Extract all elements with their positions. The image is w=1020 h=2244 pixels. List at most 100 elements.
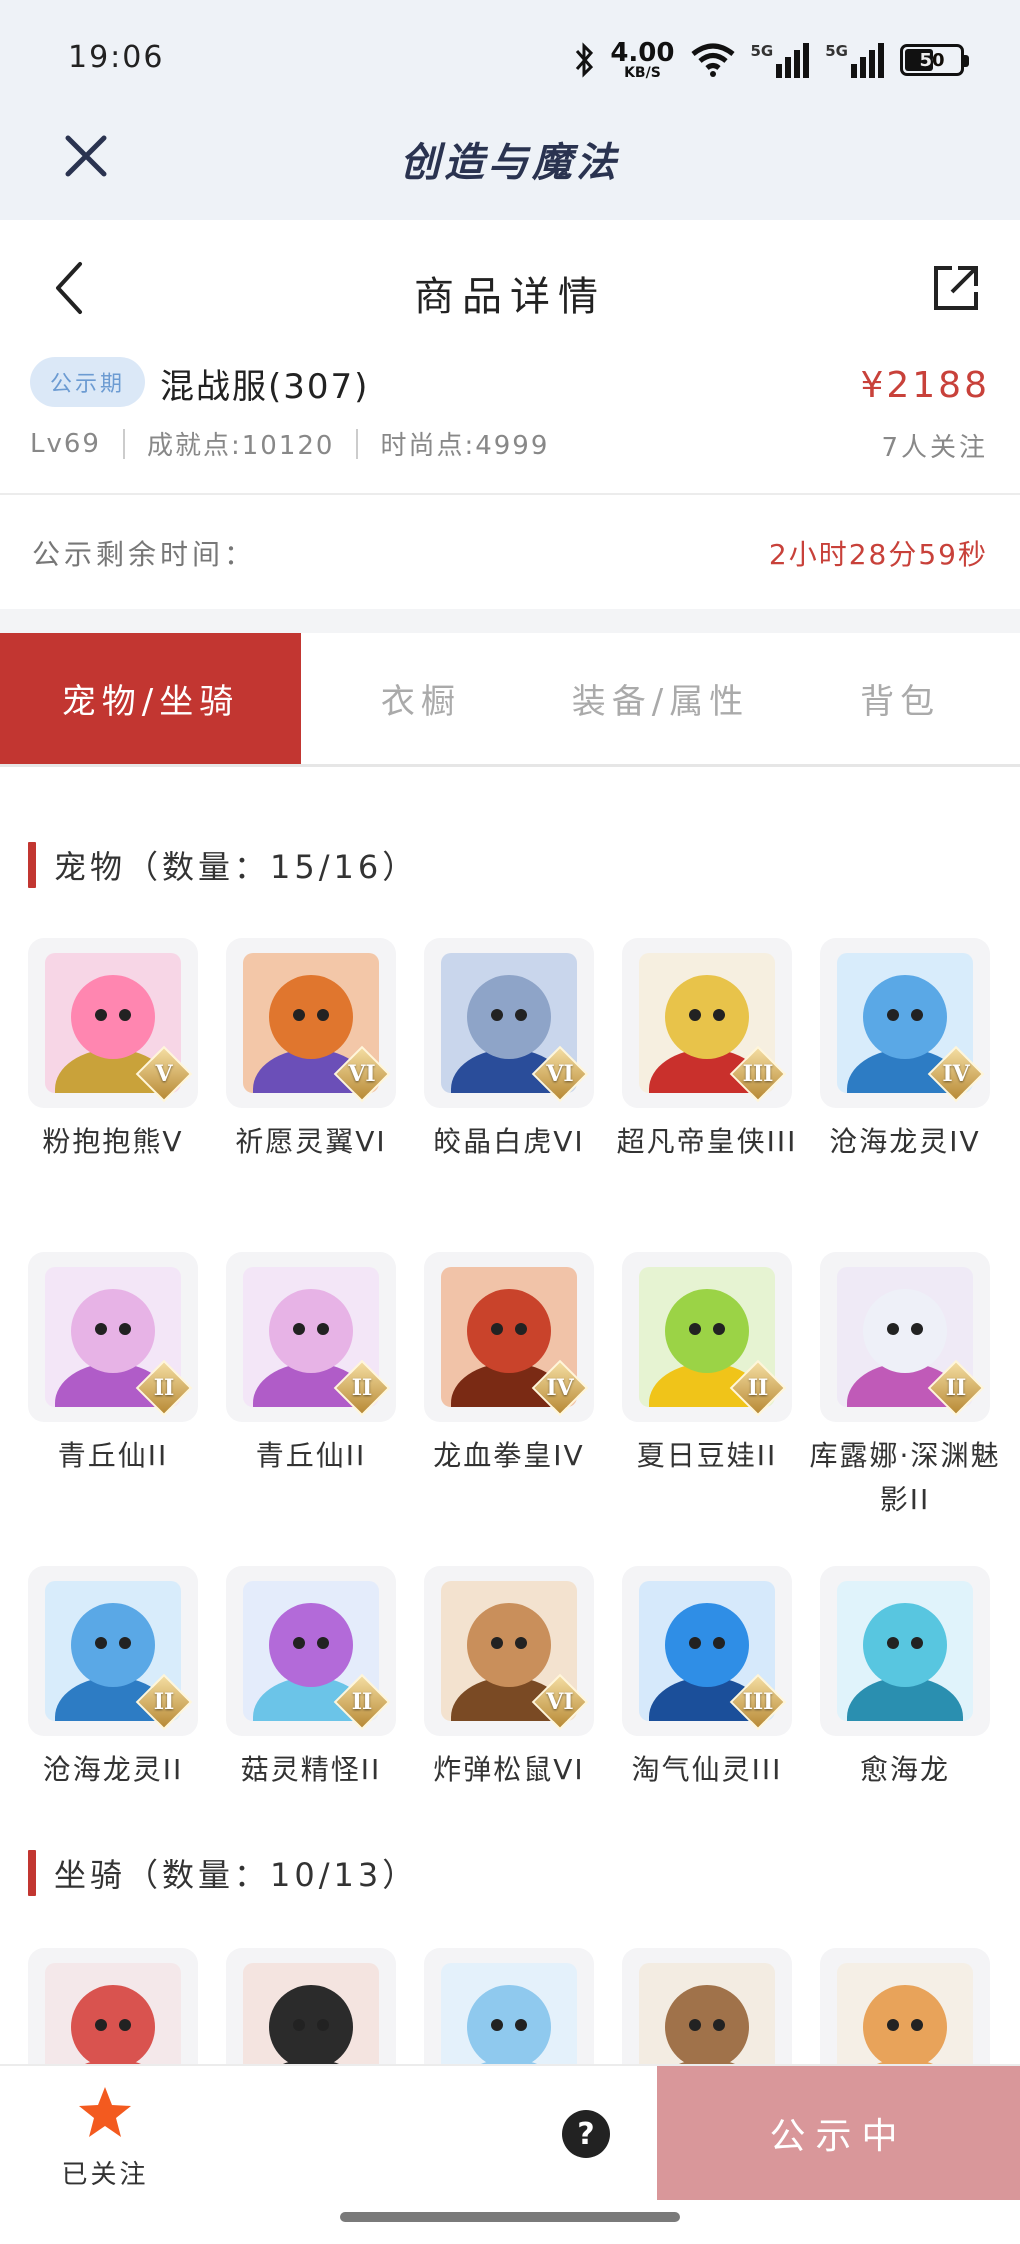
net-speed: 4.00 KB/S [610,40,674,80]
portrait-eye [317,1323,329,1335]
pet-name: 沧海龙灵IV [829,1125,981,1158]
pet-item[interactable]: II 青丘仙II [28,1252,198,1566]
tab-pets-mounts[interactable]: 宠物/坐骑 [0,633,301,764]
portrait-eye [95,2019,107,2031]
portrait-eye [713,1637,725,1649]
mount-item[interactable] [28,1948,198,2064]
portrait-eye [491,1009,503,1021]
pet-name: 淘气仙灵III [631,1753,783,1786]
pets-section-header: 宠物（数量：15/16） [28,842,418,888]
pet-name: 龙血拳皇IV [433,1439,585,1472]
tier-badge-icon: VI [531,1045,589,1103]
pet-name: 祈愿灵翼VI [235,1125,387,1158]
publicity-status-button[interactable]: 公示中 [657,2066,1020,2200]
pet-name: 粉抱抱熊V [42,1125,184,1158]
pet-portrait [837,1581,973,1721]
pets-section-title: 宠物（数量：15/16） [54,848,419,886]
portrait-head [467,1289,551,1373]
app-title: 创造与魔法 [400,140,620,186]
portrait-eye [887,1009,899,1021]
portrait-eye [515,2019,527,2031]
tier-badge-icon: IV [531,1359,589,1417]
countdown-label: 公示剩余时间： [32,538,257,571]
pet-item[interactable]: VI 皎晶白虎VI [424,938,594,1252]
mount-item[interactable] [622,1948,792,2064]
help-icon[interactable]: ? [562,2110,610,2158]
product-stats: Lv69 成就点:10120 时尚点:4999 [30,425,549,462]
pet-thumbnail [820,1566,990,1736]
mount-item[interactable] [226,1948,396,2064]
mount-item[interactable] [820,1948,990,2064]
pet-thumbnail: II [28,1252,198,1422]
tab-backpack[interactable]: 背包 [780,633,1020,764]
portrait-head [71,1603,155,1687]
pet-item[interactable]: II 夏日豆娃II [622,1252,792,1566]
pet-item[interactable]: II 库露娜·深渊魅影II [810,1252,998,1566]
pet-item[interactable]: III 超凡帝皇侠III [617,938,795,1252]
tab-bar: 宠物/坐骑 衣橱 装备/属性 背包 [0,633,1020,767]
mounts-section-title: 坐骑（数量：10/13） [54,1856,419,1894]
pet-item[interactable]: VI 祈愿灵翼VI [226,938,396,1252]
pet-item[interactable]: III 淘气仙灵III [622,1566,792,1880]
mounts-grid [28,1948,993,2064]
home-indicator [340,2212,680,2222]
pet-item[interactable]: II 青丘仙II [226,1252,396,1566]
network-type-2: 5G [825,42,848,60]
portrait-eye [293,2019,305,2031]
pet-name: 青丘仙II [57,1439,169,1472]
portrait-eye [119,1637,131,1649]
page-header: 商品详情 [0,220,1020,360]
tier-badge-icon: II [135,1673,193,1731]
pet-item[interactable]: IV 沧海龙灵IV [820,938,990,1252]
tab-equipment-attributes[interactable]: 装备/属性 [541,633,781,764]
portrait-head [863,1603,947,1687]
pet-item[interactable]: II 菇灵精怪II [226,1566,396,1880]
pet-thumbnail: IV [820,938,990,1108]
tier-numeral: II [945,1375,967,1401]
portrait-head [269,975,353,1059]
follow-button[interactable]: 已关注 [50,2084,160,2214]
portrait-eye [713,1009,725,1021]
status-badge: 公示期 [30,357,146,407]
portrait-eye [95,1323,107,1335]
pet-thumbnail: II [28,1566,198,1736]
portrait-head [665,1985,749,2064]
tier-numeral: III [742,1061,774,1087]
pet-item[interactable]: VI 炸弹松鼠VI [424,1566,594,1880]
portrait-head [71,1985,155,2064]
pet-item[interactable]: IV 龙血拳皇IV [424,1252,594,1566]
countdown-value: 2小时28分59秒 [768,538,988,571]
pet-item[interactable]: V 粉抱抱熊V [28,938,198,1252]
mount-thumbnail [28,1948,198,2064]
portrait-eye [515,1637,527,1649]
pet-name: 库露娜·深渊魅影II [809,1439,1001,1516]
pet-thumbnail: II [622,1252,792,1422]
section-accent-bar [28,842,36,888]
tier-badge-icon: II [333,1673,391,1731]
pet-item[interactable]: 愈海龙 [820,1566,990,1880]
portrait-eye [95,1637,107,1649]
pet-item[interactable]: II 沧海龙灵II [28,1566,198,1880]
share-icon[interactable] [928,260,984,316]
pet-portrait [441,1963,577,2064]
section-accent-bar [28,1850,36,1896]
tier-badge-icon: II [927,1359,985,1417]
mount-item[interactable] [424,1948,594,2064]
pet-thumbnail: IV [424,1252,594,1422]
mounts-grid-viewport [0,1944,1020,2064]
portrait-eye [689,1009,701,1021]
star-icon [79,2087,131,2137]
pet-portrait [639,1963,775,2064]
pet-thumbnail: III [622,1566,792,1736]
pets-grid: V 粉抱抱熊V VI 祈愿灵翼VI VI 皎晶白虎VI III 超凡帝皇侠III IV 沧海龙灵I… [28,938,998,1880]
tier-numeral: II [153,1375,175,1401]
tier-badge-icon: VI [531,1673,589,1731]
pet-thumbnail: II [820,1252,990,1422]
portrait-eye [491,2019,503,2031]
tier-badge-icon: II [729,1359,787,1417]
tab-wardrobe[interactable]: 衣橱 [301,633,541,764]
portrait-eye [293,1637,305,1649]
portrait-eye [515,1323,527,1335]
page-title: 商品详情 [414,274,606,320]
tier-numeral: II [351,1375,373,1401]
